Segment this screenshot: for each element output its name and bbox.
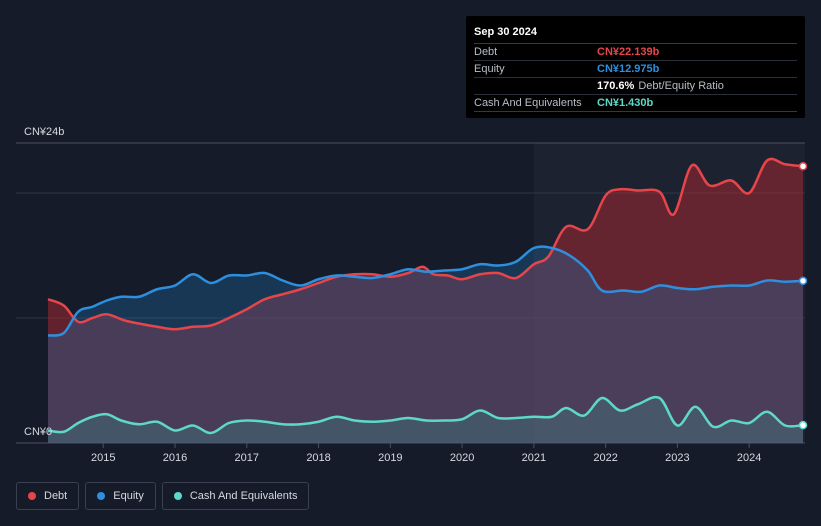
y-axis-top-label: CN¥24b	[24, 126, 64, 138]
legend-equity-dot-icon	[97, 492, 106, 500]
tooltip-row-equity: Equity CN¥12.975b	[474, 61, 797, 78]
x-axis-ticks: 2015 2016 2017 2018 2019 2020 2021 2022 2023 2024	[91, 443, 761, 464]
series-areas	[48, 158, 803, 443]
cash-end-marker	[798, 420, 808, 430]
tooltip-panel: Sep 30 2024 Debt CN¥22.139b Equity CN¥12…	[466, 16, 805, 118]
x-tick-label-2023: 2023	[665, 452, 689, 464]
x-tick-label-2021: 2021	[522, 452, 546, 464]
tooltip-row-cash: Cash And Equivalents CN¥1.430b	[474, 95, 797, 112]
legend-label: Cash And Equivalents	[189, 490, 298, 502]
legend-label: Debt	[44, 490, 68, 502]
chart-legend: Debt Equity Cash And Equivalents	[16, 482, 310, 510]
legend-debt-dot-icon	[28, 492, 36, 500]
equity-end-marker	[798, 276, 808, 286]
tooltip-label: Equity	[474, 63, 505, 75]
x-tick-label-2018: 2018	[306, 452, 330, 464]
tooltip-debt-value: CN¥22.139b	[597, 46, 660, 58]
tooltip-date: Sep 30 2024	[474, 24, 797, 44]
legend-label: Equity	[113, 490, 144, 502]
x-tick-label-2017: 2017	[235, 452, 259, 464]
x-tick-label-2020: 2020	[450, 452, 474, 464]
legend-item-equity[interactable]: Equity	[85, 482, 156, 510]
tooltip-cash-value: CN¥1.430b	[597, 97, 654, 109]
legend-item-cash[interactable]: Cash And Equivalents	[161, 482, 310, 510]
x-tick-label-2015: 2015	[91, 452, 115, 464]
y-axis-bottom-label: CN¥0	[24, 426, 52, 438]
tooltip-ratio-value: 170.6%	[597, 80, 635, 92]
x-tick-label-2024: 2024	[737, 452, 761, 464]
x-tick-label-2019: 2019	[378, 452, 402, 464]
legend-item-debt[interactable]: Debt	[16, 482, 80, 510]
x-tick-label-2022: 2022	[593, 452, 617, 464]
tooltip-equity-value: CN¥12.975b	[597, 63, 660, 75]
tooltip-row-ratio: 170.6% Debt/Equity Ratio	[474, 78, 797, 95]
legend-cash-dot-icon	[173, 492, 182, 500]
x-tick-label-2016: 2016	[163, 452, 187, 464]
tooltip-label	[474, 78, 597, 94]
debt-end-marker	[798, 162, 808, 171]
tooltip-label: Debt	[474, 46, 498, 58]
tooltip-label: Cash And Equivalents	[474, 97, 582, 109]
tooltip-row-debt: Debt CN¥22.139b	[474, 44, 797, 61]
tooltip-ratio-label: Debt/Equity Ratio	[638, 80, 724, 92]
